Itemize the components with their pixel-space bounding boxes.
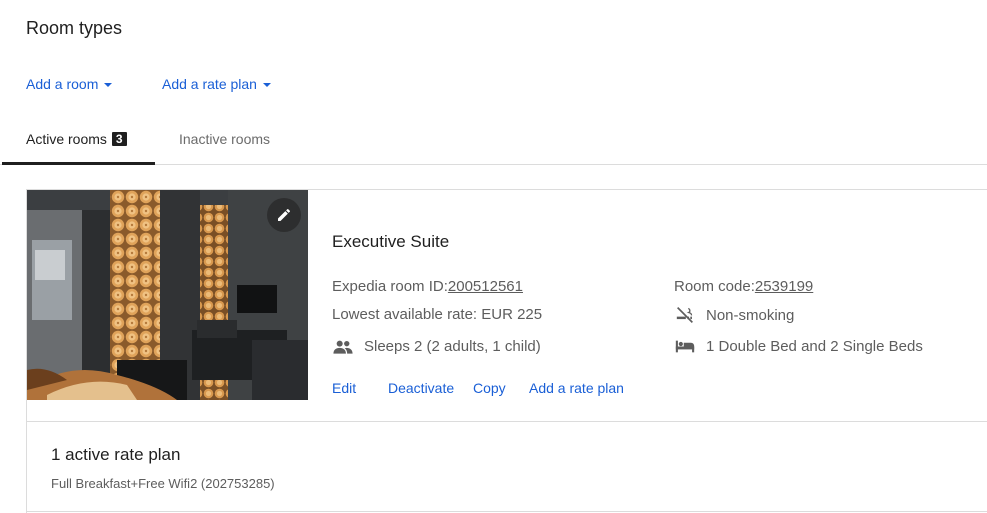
room-card: Executive Suite Expedia room ID: 2005125… bbox=[26, 189, 987, 513]
tab-inactive-rooms-label: Inactive rooms bbox=[179, 130, 271, 147]
caret-down-icon bbox=[104, 82, 113, 87]
room-photo-illustration bbox=[27, 190, 308, 400]
lowest-available-rate: Lowest available rate: EUR 225 bbox=[332, 306, 543, 323]
room-types-page: Room types Add a room Add a rate plan Ac… bbox=[0, 0, 987, 513]
beds-text: 1 Double Bed and 2 Single Beds bbox=[706, 338, 923, 355]
sleeps-info: Sleeps 2 (2 adults, 1 child) bbox=[332, 338, 541, 355]
deactivate-room-link[interactable]: Deactivate bbox=[388, 380, 454, 396]
room-code-label: Room code: bbox=[674, 278, 755, 295]
smoking-text: Non-smoking bbox=[706, 306, 795, 324]
expedia-room-id: Expedia room ID: 200512561 bbox=[332, 278, 523, 295]
sleeps-text: Sleeps 2 (2 adults, 1 child) bbox=[364, 338, 541, 355]
room-tabs: Active rooms 3 Inactive rooms bbox=[0, 115, 987, 165]
expedia-room-id-label: Expedia room ID: bbox=[332, 278, 448, 295]
room-photo bbox=[27, 190, 308, 400]
room-code-link[interactable]: 2539199 bbox=[755, 278, 813, 295]
tab-inactive-rooms[interactable]: Inactive rooms bbox=[179, 115, 270, 162]
rate-plans-heading: 1 active rate plan bbox=[51, 445, 181, 464]
smoking-info: Non-smoking bbox=[674, 306, 794, 324]
card-divider bbox=[27, 421, 987, 422]
beds-info: 1 Double Bed and 2 Single Beds bbox=[674, 338, 923, 355]
add-room-dropdown[interactable]: Add a room bbox=[26, 76, 113, 92]
copy-room-link[interactable]: Copy bbox=[473, 380, 506, 396]
bed-icon bbox=[674, 339, 696, 354]
no-smoking-icon bbox=[674, 306, 696, 324]
active-rooms-count-badge: 3 bbox=[111, 131, 127, 146]
edit-photo-button[interactable] bbox=[267, 198, 301, 232]
add-rate-plan-label: Add a rate plan bbox=[162, 76, 257, 92]
add-room-label: Add a room bbox=[26, 76, 99, 92]
room-code: Room code: 2539199 bbox=[674, 278, 813, 295]
tab-active-rooms[interactable]: Active rooms 3 bbox=[2, 115, 155, 165]
add-rate-plan-dropdown[interactable]: Add a rate plan bbox=[162, 76, 271, 92]
people-icon bbox=[332, 339, 354, 355]
page-title: Room types bbox=[26, 18, 123, 38]
tab-active-rooms-label: Active rooms bbox=[26, 130, 107, 147]
card-bottom-divider bbox=[27, 511, 987, 512]
caret-down-icon bbox=[262, 82, 271, 87]
pencil-icon bbox=[278, 208, 291, 221]
room-name: Executive Suite bbox=[332, 232, 450, 251]
add-rate-plan-link[interactable]: Add a rate plan bbox=[529, 380, 624, 396]
rate-plan-item[interactable]: Full Breakfast+Free Wifi2 (202753285) bbox=[51, 476, 275, 491]
edit-room-link[interactable]: Edit bbox=[332, 380, 356, 396]
expedia-room-id-link[interactable]: 200512561 bbox=[448, 278, 523, 295]
